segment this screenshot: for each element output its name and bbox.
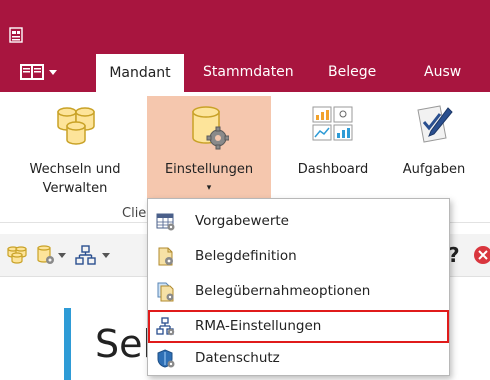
label-line-1: Wechseln und bbox=[29, 162, 121, 177]
qat-network-button[interactable] bbox=[74, 244, 98, 266]
einstellungen-button[interactable]: Einstellungen ▾ bbox=[147, 96, 271, 204]
database-stack-icon bbox=[57, 107, 95, 145]
label-line-1: Einstellungen bbox=[164, 162, 254, 177]
menu-item-beleguebernahmeoptionen[interactable]: Belegübernahmeoptionen bbox=[148, 275, 449, 308]
tab-auswertungen[interactable]: Ausw bbox=[424, 52, 461, 92]
app-window: Mandant Stammdaten Belege Ausw Wechseln … bbox=[0, 0, 490, 380]
label-line-2: Verwalten bbox=[42, 181, 108, 196]
menu-item-label: Belegdefinition bbox=[195, 248, 297, 264]
qat-close-button[interactable] bbox=[472, 244, 490, 266]
chevron-down-icon: ▾ bbox=[206, 183, 212, 193]
title-bar bbox=[0, 0, 490, 52]
shield-gear-icon bbox=[157, 349, 175, 368]
menu-item-label: Datenschutz bbox=[195, 350, 280, 366]
menu-item-belegdefinition[interactable]: Belegdefinition bbox=[148, 240, 449, 273]
book-menu-icon bbox=[20, 64, 57, 80]
ribbon-group-label: Clie bbox=[122, 206, 147, 221]
network-icon bbox=[75, 245, 96, 265]
database-gear-icon bbox=[192, 106, 229, 150]
menu-item-label: RMA-Einstellungen bbox=[195, 318, 322, 334]
qat-database-button[interactable] bbox=[6, 244, 28, 266]
menu-item-rma-einstellungen[interactable]: RMA-Einstellungen bbox=[148, 310, 449, 343]
menu-item-label: Vorgabewerte bbox=[195, 213, 289, 229]
document-gear-icon bbox=[158, 247, 173, 266]
menu-item-vorgabewerte[interactable]: Vorgabewerte bbox=[148, 205, 449, 238]
app-icon[interactable] bbox=[9, 27, 23, 43]
chevron-down-icon bbox=[102, 253, 110, 258]
menu-item-datenschutz[interactable]: Datenschutz bbox=[148, 342, 449, 375]
wechseln-verwalten-label: Wechseln und Verwalten bbox=[12, 160, 138, 198]
label-line-1: Aufgaben bbox=[402, 162, 466, 177]
tab-stammdaten[interactable]: Stammdaten bbox=[203, 52, 294, 92]
qat-dropdown-button[interactable] bbox=[100, 244, 112, 266]
aufgaben-label: Aufgaben bbox=[390, 160, 478, 179]
database-gear-icon bbox=[37, 245, 66, 264]
network-gear-icon bbox=[156, 317, 175, 336]
checklist-pen-icon bbox=[417, 105, 453, 143]
dashboard-icon bbox=[312, 106, 353, 141]
aufgaben-button[interactable]: Aufgaben bbox=[390, 96, 478, 204]
file-menu-button[interactable] bbox=[18, 60, 70, 84]
einstellungen-dropdown-menu: Vorgabewerte Belegdefinition Belegüberna… bbox=[147, 198, 450, 376]
wechseln-verwalten-button[interactable]: Wechseln und Verwalten bbox=[12, 96, 138, 204]
dashboard-button[interactable]: Dashboard bbox=[288, 96, 378, 204]
tab-belege[interactable]: Belege bbox=[328, 52, 376, 92]
content-heading: Sel bbox=[95, 322, 154, 366]
tab-mandant[interactable]: Mandant bbox=[96, 54, 184, 92]
document-transfer-gear-icon bbox=[157, 282, 174, 302]
menu-item-label: Belegübernahmeoptionen bbox=[195, 283, 371, 299]
content-accent-bar bbox=[64, 308, 71, 380]
qat-database-settings-button[interactable] bbox=[36, 244, 68, 266]
close-circle-icon bbox=[474, 246, 490, 264]
einstellungen-label: Einstellungen ▾ bbox=[147, 160, 271, 198]
table-settings-icon bbox=[156, 213, 175, 231]
label-line-1: Dashboard bbox=[297, 162, 369, 177]
dashboard-label: Dashboard bbox=[288, 160, 378, 179]
database-icon bbox=[7, 246, 27, 264]
help-button[interactable]: ? bbox=[448, 244, 464, 266]
